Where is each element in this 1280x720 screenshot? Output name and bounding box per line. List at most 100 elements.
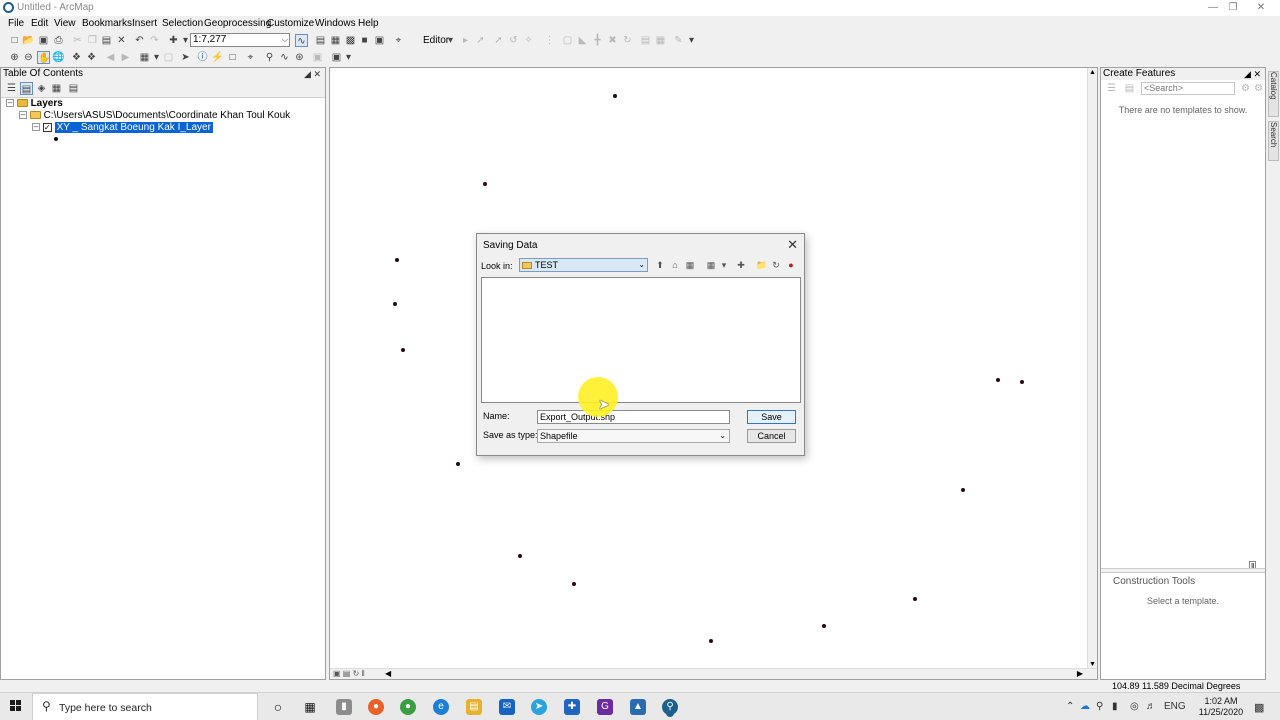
save-as-type-select[interactable]: Shapefile ⌄ [537, 429, 730, 443]
organize-templates-icon[interactable]: ☰ [1105, 82, 1118, 95]
template-properties-icon[interactable]: ⚙ [1252, 82, 1265, 95]
edit-vertices-icon[interactable]: ▢ [561, 34, 574, 47]
firefox-icon[interactable]: ● [368, 699, 384, 715]
edit-annotation-icon[interactable]: ➚ [474, 34, 487, 47]
go-to-xy-icon[interactable]: ⊛ [293, 51, 306, 64]
file-app-icon[interactable]: ▮ [336, 699, 352, 715]
file-list[interactable] [481, 277, 801, 403]
scroll-right-icon[interactable]: ▶ [1077, 669, 1083, 678]
map-point[interactable] [1020, 380, 1024, 384]
map-point[interactable] [395, 258, 399, 262]
hyperlink-icon[interactable]: ⚡ [211, 51, 224, 64]
redo-icon[interactable]: ↷ [148, 34, 161, 47]
tools-options-icon[interactable]: ▾ [342, 51, 355, 64]
fixed-zoom-out-icon[interactable]: ❖ [85, 51, 98, 64]
undo-icon[interactable]: ↶ [133, 34, 146, 47]
app-icon[interactable]: G [597, 699, 613, 715]
map-vertical-scrollbar[interactable]: ▲ ▼ [1087, 68, 1097, 669]
find-route-icon[interactable]: ∿ [278, 51, 291, 64]
menu-windows[interactable]: Windows [315, 18, 356, 29]
list-by-source-icon[interactable]: ▤ [20, 82, 33, 95]
menu-insert[interactable]: Insert [132, 18, 157, 29]
layer-visibility-checkbox[interactable]: ✓ [42, 122, 52, 132]
onedrive-icon[interactable]: ☁ [1080, 701, 1090, 712]
search-options-icon[interactable]: ⚙ [1239, 82, 1252, 95]
trace-icon[interactable]: ✧ [522, 34, 535, 47]
menu-file[interactable]: File [8, 18, 24, 29]
tray-overflow-icon[interactable]: ⌃ [1066, 701, 1074, 712]
rotate-icon[interactable]: ↻ [621, 34, 634, 47]
create-features-icon[interactable]: ✎ [672, 34, 685, 47]
menu-bookmarks[interactable]: Bookmarks [82, 18, 132, 29]
toolbar-options-icon[interactable]: ▾ [685, 34, 698, 47]
map-point[interactable] [613, 94, 617, 98]
catalog-window-icon[interactable]: ▦ [329, 34, 342, 47]
table-of-contents-icon[interactable]: ▤ [314, 34, 327, 47]
pan-hand-icon[interactable]: ✋ [37, 51, 50, 64]
template-view-icon[interactable]: ▤ [1123, 82, 1136, 95]
identify-icon[interactable]: ⓘ [196, 51, 209, 64]
map-point[interactable] [709, 639, 713, 643]
panel-pin-close-icons[interactable]: ◢ ✕ [1244, 68, 1261, 80]
collapse-icon[interactable]: – [6, 99, 14, 108]
telegram-icon[interactable]: ➤ [531, 699, 547, 715]
home-icon[interactable]: ⌂ [669, 259, 681, 271]
zoom-in-icon[interactable]: ⊕ [8, 51, 21, 64]
full-extent-icon[interactable]: 🌐 [52, 51, 65, 64]
tree-row-symbol[interactable] [1, 134, 325, 146]
delete-icon[interactable]: ● [785, 259, 797, 271]
map-point[interactable] [518, 554, 522, 558]
map-point[interactable] [913, 597, 917, 601]
new-folder-icon[interactable]: ✚ [735, 259, 747, 271]
map-point[interactable] [572, 582, 576, 586]
mail-icon[interactable]: ✉ [499, 699, 515, 715]
taskbar-clock[interactable]: 1:02 AM 11/25/2020 [1196, 696, 1246, 718]
map-point[interactable] [456, 462, 460, 466]
new-document-icon[interactable]: □ [8, 34, 21, 47]
menu-customize[interactable]: Customize [267, 18, 314, 29]
refresh-icon[interactable]: ↻ [770, 259, 782, 271]
view-dropdown-icon[interactable]: ▾ [718, 259, 730, 271]
back-extent-icon[interactable]: ◀ [104, 51, 117, 64]
dialog-close-icon[interactable]: ✕ [787, 237, 798, 253]
save-button[interactable]: Save [747, 410, 796, 424]
collapse-icon[interactable]: – [32, 123, 40, 132]
search-tab[interactable]: Search [1268, 121, 1279, 161]
look-in-combo[interactable]: TEST ⌄ [519, 258, 648, 272]
clear-selection-icon[interactable]: ▢ [162, 51, 175, 64]
point-symbol-icon[interactable] [54, 137, 58, 142]
toc-pin-close-icons[interactable]: ◢ ✕ [304, 68, 321, 80]
menu-edit[interactable]: Edit [31, 18, 48, 29]
html-popup-icon[interactable]: □ [226, 51, 239, 64]
edit-tool-icon[interactable]: ▸ [459, 34, 472, 47]
map-point[interactable] [393, 302, 397, 306]
print-icon[interactable]: ⎙ [52, 34, 65, 47]
panel-splitter[interactable] [1101, 568, 1265, 573]
toc-options-icon[interactable]: ▤ [67, 82, 80, 95]
taskbar-search-box[interactable]: ⚲ Type here to search [32, 693, 258, 720]
store-icon[interactable]: ✚ [564, 699, 580, 715]
tree-row-layers[interactable]: – Layers [1, 98, 325, 110]
chrome-icon[interactable]: ● [400, 699, 416, 715]
tree-row-layer[interactable]: – ✓ XY _ Sangkat Boeung Kak I_Layer [1, 122, 325, 134]
copy-icon[interactable]: ❐ [86, 34, 99, 47]
cut-polygons-icon[interactable]: ╋ [591, 34, 604, 47]
split-icon[interactable]: ✖ [606, 34, 619, 47]
select-elements-icon[interactable]: ➤ [179, 51, 192, 64]
find-icon[interactable]: ⚲ [263, 51, 276, 64]
menu-geoprocessing[interactable]: Geoprocessing [204, 18, 271, 29]
sketch-properties-icon[interactable]: ▦ [654, 34, 667, 47]
connect-folder-icon[interactable]: ▦ [684, 259, 696, 271]
file-explorer-icon[interactable]: ▤ [466, 699, 482, 715]
map-point[interactable] [961, 488, 965, 492]
reshape-icon[interactable]: ◣ [576, 34, 589, 47]
attributes-icon[interactable]: ▤ [639, 34, 652, 47]
arctoolbox-icon[interactable]: ■ [358, 34, 371, 47]
fixed-zoom-in-icon[interactable]: ❖ [70, 51, 83, 64]
arcmap-taskbar-icon[interactable]: ⚲ [662, 699, 678, 715]
list-by-selection-icon[interactable]: ▦ [50, 82, 63, 95]
name-input[interactable]: Export_Output.shp [537, 410, 730, 424]
edge-icon[interactable]: e [433, 699, 449, 715]
point-icon[interactable]: ⋮ [543, 34, 556, 47]
scroll-left-icon[interactable]: ◀ [385, 669, 391, 678]
